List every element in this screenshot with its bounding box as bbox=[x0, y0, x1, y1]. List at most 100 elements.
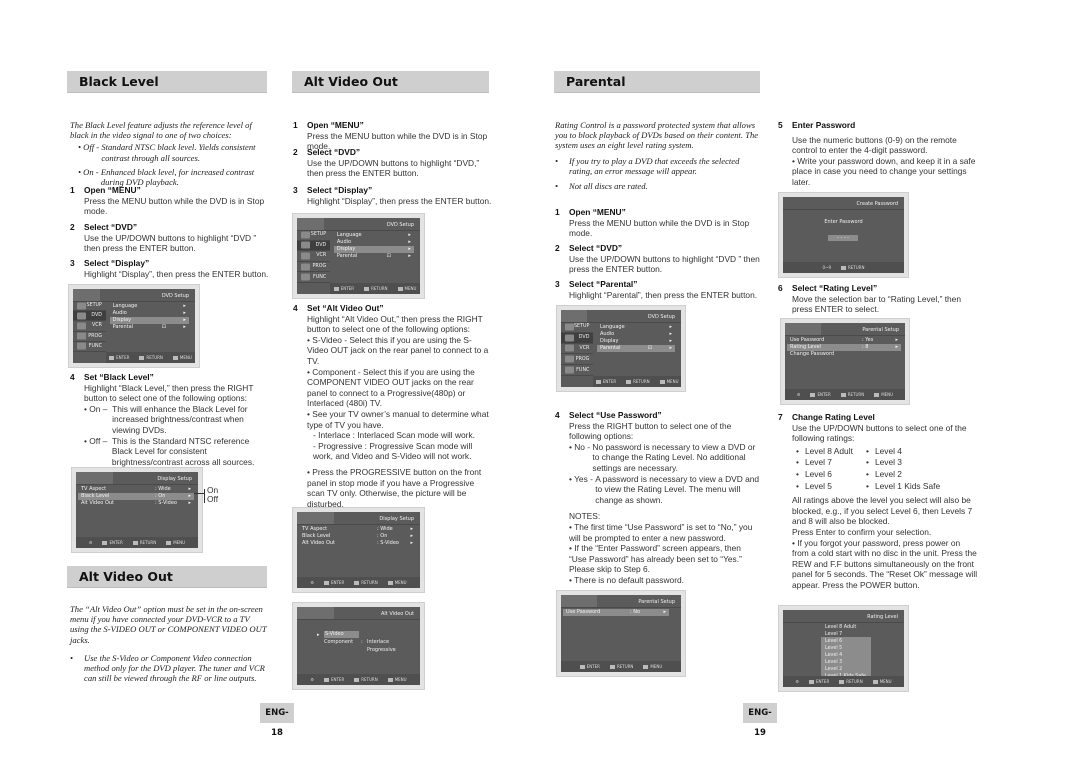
text: Select “Rating Level” bbox=[792, 283, 878, 293]
settings-icon: ⚙ bbox=[88, 540, 93, 545]
container: • bbox=[796, 445, 799, 456]
section-header-alt-video-out-left: Alt Video Out bbox=[67, 566, 267, 588]
page-number-left: ENG-18 bbox=[260, 703, 294, 738]
container: 3 Select “Parental” bbox=[555, 279, 760, 290]
text: VCR bbox=[579, 345, 590, 351]
container: • bbox=[796, 480, 799, 491]
text: • Yes - bbox=[569, 473, 596, 484]
intro-text: The “Alt Video Out” option must be set i… bbox=[70, 604, 267, 645]
container bbox=[109, 356, 115, 360]
container: MENU bbox=[659, 379, 679, 384]
text: DVD Setup bbox=[647, 314, 675, 320]
container: 1 Open “MENU” bbox=[555, 207, 760, 218]
container: 3 Select “Display” bbox=[293, 185, 493, 196]
container bbox=[595, 380, 601, 384]
rating-item: • Level 2 bbox=[862, 469, 952, 480]
container: 0~9 RETURN bbox=[783, 262, 904, 273]
sidebar-label: FUNC bbox=[88, 343, 102, 349]
black-level-step-2: 2 Select “DVD” Use the UP/DOWN buttons to… bbox=[70, 222, 270, 254]
bullet-tv-manual: • See your TV owner’s manual to determin… bbox=[307, 408, 489, 430]
container: RETURN bbox=[354, 580, 378, 585]
container: • bbox=[796, 457, 799, 468]
option-svideo: S-Video bbox=[324, 631, 359, 638]
screen-sidebar: SETUP DVD VCR PROG FUNC bbox=[73, 301, 106, 352]
text: ENTER bbox=[116, 355, 130, 360]
text: DVD Setup bbox=[386, 222, 414, 228]
text: RETURN bbox=[146, 355, 163, 360]
password-input[interactable]: - - - - bbox=[828, 235, 858, 241]
container bbox=[561, 310, 588, 322]
container: ⚙ ENTER RETURN MENU bbox=[785, 389, 905, 400]
container: ⚙ ENTER RETURN MENU bbox=[76, 537, 198, 548]
text: Use the S-Video or Component Video conne… bbox=[84, 652, 265, 684]
container: Change Password bbox=[787, 351, 901, 358]
choice-key: • Off - bbox=[78, 142, 102, 153]
text: 0~9 bbox=[822, 265, 831, 270]
vcr-icon bbox=[301, 252, 310, 260]
container: Language ▸ bbox=[597, 324, 675, 331]
container: ENTER bbox=[333, 286, 354, 291]
menu-item: Language ▸ bbox=[110, 303, 189, 310]
rating-item: • Level 7 bbox=[792, 457, 862, 468]
func-icon bbox=[301, 273, 310, 281]
text: 1 bbox=[293, 120, 298, 130]
container bbox=[643, 665, 649, 669]
footer-menu: MENU bbox=[172, 355, 192, 360]
text: Black Level bbox=[302, 533, 331, 539]
container: 1 Open “MENU” bbox=[70, 185, 270, 196]
container: FUNC bbox=[297, 272, 331, 283]
text: 5 bbox=[778, 120, 783, 130]
container: RETURN bbox=[841, 265, 864, 270]
container: 4 Set “Black Level” bbox=[70, 372, 270, 383]
text: Language bbox=[336, 232, 362, 238]
text: Select “Use Password” bbox=[569, 410, 662, 420]
container: Display ▸ bbox=[597, 338, 675, 345]
parental-step-4: 4 Select “Use Password” Press the RIGHT b… bbox=[555, 410, 760, 586]
text: Language bbox=[600, 324, 625, 330]
text: Black Level bbox=[81, 493, 110, 499]
text: 2 bbox=[555, 243, 560, 253]
page-number-right: ENG-19 bbox=[743, 703, 777, 738]
container: Rating Level Level 8 Adult Level 7 Level… bbox=[783, 610, 904, 687]
arrow-right-icon: ▸ bbox=[183, 303, 186, 309]
text: Highlight “Display”, then press the ENTE… bbox=[307, 195, 492, 206]
menu-item: Audio ▸ bbox=[110, 310, 189, 317]
arrow-right-icon: ▸ bbox=[669, 338, 672, 344]
text: No password is necessary to view a DVD o… bbox=[592, 441, 756, 473]
text: RETURN bbox=[846, 679, 863, 684]
text: FUNC bbox=[576, 367, 590, 373]
container: Parental ⊡ ▸ bbox=[334, 253, 414, 260]
text: PROG bbox=[575, 356, 590, 362]
container bbox=[172, 356, 178, 360]
container: ENTER RETURN MENU bbox=[105, 352, 195, 363]
step-number: 4 bbox=[70, 372, 75, 382]
text: : No bbox=[630, 609, 641, 615]
black-level-step-1: 1 Open “MENU” Press the MENU button while… bbox=[70, 185, 270, 217]
container: RETURN bbox=[132, 540, 156, 545]
container: Press the RIGHT button to select one of … bbox=[555, 421, 760, 586]
container: TV Aspect: Wide ▸ bbox=[299, 526, 416, 533]
text: 7 bbox=[778, 412, 783, 422]
container: 6 Select “Rating Level” bbox=[778, 283, 978, 294]
text: If you try to play a DVD that exceeds th… bbox=[569, 155, 740, 176]
container bbox=[387, 678, 393, 682]
text: Parental bbox=[336, 253, 358, 259]
step-body: Press the MENU button while the DVD is i… bbox=[84, 195, 265, 217]
container: 5 Enter Password bbox=[778, 120, 978, 131]
note: • There is no default password. bbox=[569, 574, 684, 585]
screen-dvd-setup-parental: DVD Setup SETUP DVD VCR PROG FUNC Langua… bbox=[556, 305, 686, 392]
callout-off: Off bbox=[207, 494, 219, 504]
container: Create Password Enter Password - - - - 0… bbox=[783, 197, 904, 273]
step-title: Select “Display” bbox=[84, 258, 150, 268]
text: Select “DVD” bbox=[307, 147, 361, 157]
text: RETURN bbox=[633, 379, 650, 384]
menu-label: Language bbox=[112, 303, 138, 309]
note: • If the “Enter Password” screen appears… bbox=[569, 543, 742, 575]
container: 2 Select “DVD” bbox=[293, 147, 493, 158]
setup-icon bbox=[77, 302, 86, 310]
text: Highlight “Parental”, then press the ENT… bbox=[569, 289, 758, 300]
text: ENTER bbox=[109, 540, 123, 545]
step-number: 1 bbox=[70, 185, 75, 195]
text: Level 4 bbox=[874, 445, 902, 456]
container: ENTER bbox=[808, 679, 829, 684]
